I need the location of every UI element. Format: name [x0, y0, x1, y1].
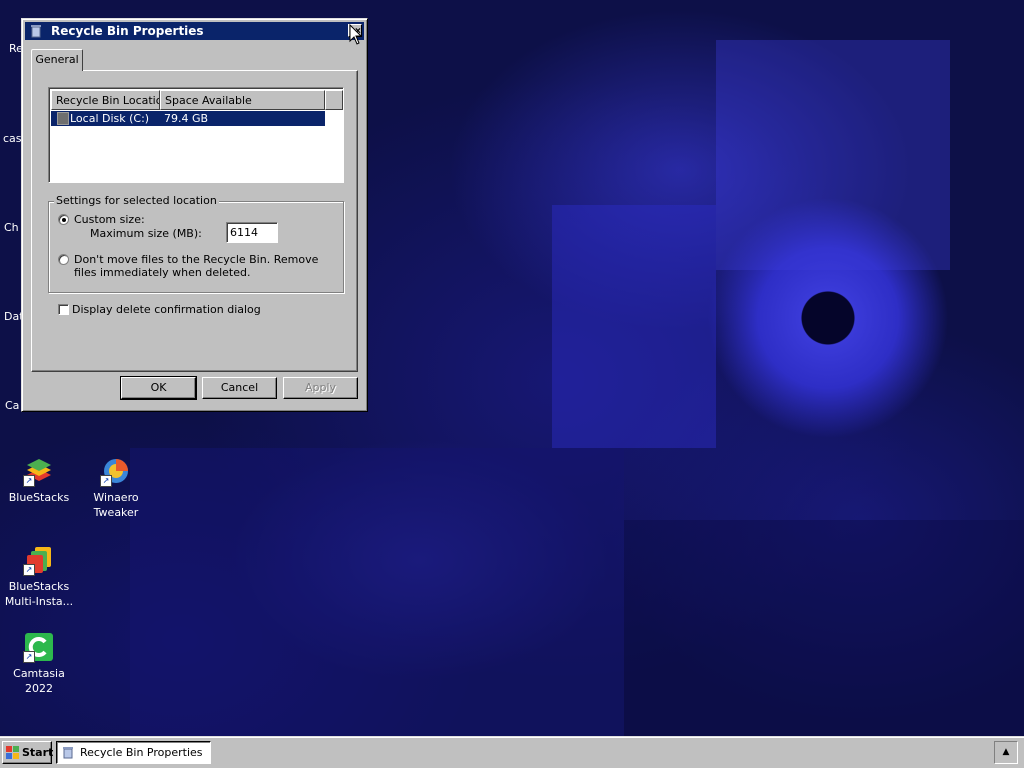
settings-group-title: Settings for selected location [54, 194, 219, 208]
shortcut-arrow-icon: ↗ [23, 564, 35, 576]
taskbar-button-label: Recycle Bin Properties [80, 746, 203, 759]
desktop-icon-bluestacks[interactable]: ↗ BlueStacks [1, 455, 77, 505]
row-space-available: 79.4 GB [164, 112, 209, 125]
row-location: Local Disk (C:) [70, 112, 150, 125]
start-button[interactable]: Start [2, 741, 54, 764]
recycle-bin-properties-dialog: Recycle Bin Properties × General Recycle… [21, 18, 368, 412]
desktop-icon-label: 2022 [25, 682, 53, 695]
desktop-icon-label: Multi-Insta... [4, 595, 74, 608]
wallpaper-panel [716, 40, 950, 270]
list-row[interactable]: Local Disk (C:) 79.4 GB [51, 111, 325, 126]
desktop-icon-winaero-tweaker[interactable]: ↗ Winaero Tweaker [78, 455, 154, 520]
drive-icon [57, 112, 69, 125]
desktop-icon-bluestacks-multi-instance[interactable]: ↗ BlueStacks Multi-Insta... [1, 544, 77, 609]
shortcut-arrow-icon: ↗ [23, 475, 35, 487]
desktop-icon-label: BlueStacks [8, 580, 70, 593]
settings-group: Settings for selected location Custom si… [48, 194, 344, 293]
shortcut-arrow-icon: ↗ [23, 651, 35, 663]
close-button[interactable]: × [348, 24, 362, 37]
recycle-bin-icon [29, 24, 43, 38]
camtasia-icon: ↗ [23, 631, 55, 663]
taskbar-button-recycle-bin-properties[interactable]: Recycle Bin Properties [56, 741, 211, 764]
radio-selected-dot [62, 218, 66, 222]
title-bar[interactable]: Recycle Bin Properties × [25, 22, 364, 40]
delete-confirmation-label[interactable]: Display delete confirmation dialog [72, 303, 261, 316]
bluestacks-icon: ↗ [23, 455, 55, 487]
cancel-button[interactable]: Cancel [202, 377, 277, 399]
column-header-location[interactable]: Recycle Bin Location [51, 90, 160, 110]
custom-size-radio[interactable] [58, 214, 69, 225]
apply-button[interactable]: Apply [283, 377, 358, 399]
ok-button[interactable]: OK [120, 376, 197, 400]
bluestacks-multi-instance-icon: ↗ [23, 544, 55, 576]
dont-move-files-radio[interactable] [58, 254, 69, 265]
max-size-label: Maximum size (MB): [90, 227, 202, 240]
column-header-space-available[interactable]: Space Available [160, 90, 325, 110]
desktop-icon-label-clipped[interactable]: Ca [5, 399, 19, 412]
show-hidden-icons-button[interactable]: ▲ [994, 741, 1018, 764]
shortcut-arrow-icon: ↗ [100, 475, 112, 487]
wallpaper-panel [552, 205, 716, 448]
wallpaper-panel [624, 520, 1024, 736]
recycle-bin-icon [63, 747, 73, 759]
dont-move-files-label[interactable]: Don't move files to the Recycle Bin. Rem… [74, 253, 329, 279]
windows-flag-icon [6, 746, 19, 759]
desktop-icon-label: Winaero [93, 491, 139, 504]
custom-size-label[interactable]: Custom size: [74, 213, 145, 226]
desktop-icon-camtasia[interactable]: ↗ Camtasia 2022 [1, 631, 77, 696]
desktop-icon-label: BlueStacks [8, 491, 70, 504]
delete-confirmation-checkbox[interactable] [58, 304, 69, 315]
winaero-tweaker-icon: ↗ [100, 455, 132, 487]
desktop-icon-label-clipped[interactable]: cas [3, 132, 22, 145]
tab-general[interactable]: General [31, 49, 83, 71]
column-header-filler [325, 90, 343, 110]
wallpaper-panel [130, 448, 624, 736]
start-label: Start [22, 746, 54, 759]
general-tab-panel: Recycle Bin Location Space Available Loc… [31, 70, 358, 372]
desktop-icon-label-clipped[interactable]: Ch [4, 221, 19, 234]
taskbar: Start Recycle Bin Properties ▲ [0, 736, 1024, 768]
desktop-icon-label: Camtasia [13, 667, 65, 680]
dialog-title: Recycle Bin Properties [51, 24, 204, 38]
desktop-icon-label: Tweaker [93, 506, 139, 519]
recycle-bin-location-list[interactable]: Recycle Bin Location Space Available Loc… [48, 87, 344, 183]
max-size-input[interactable] [226, 222, 278, 243]
